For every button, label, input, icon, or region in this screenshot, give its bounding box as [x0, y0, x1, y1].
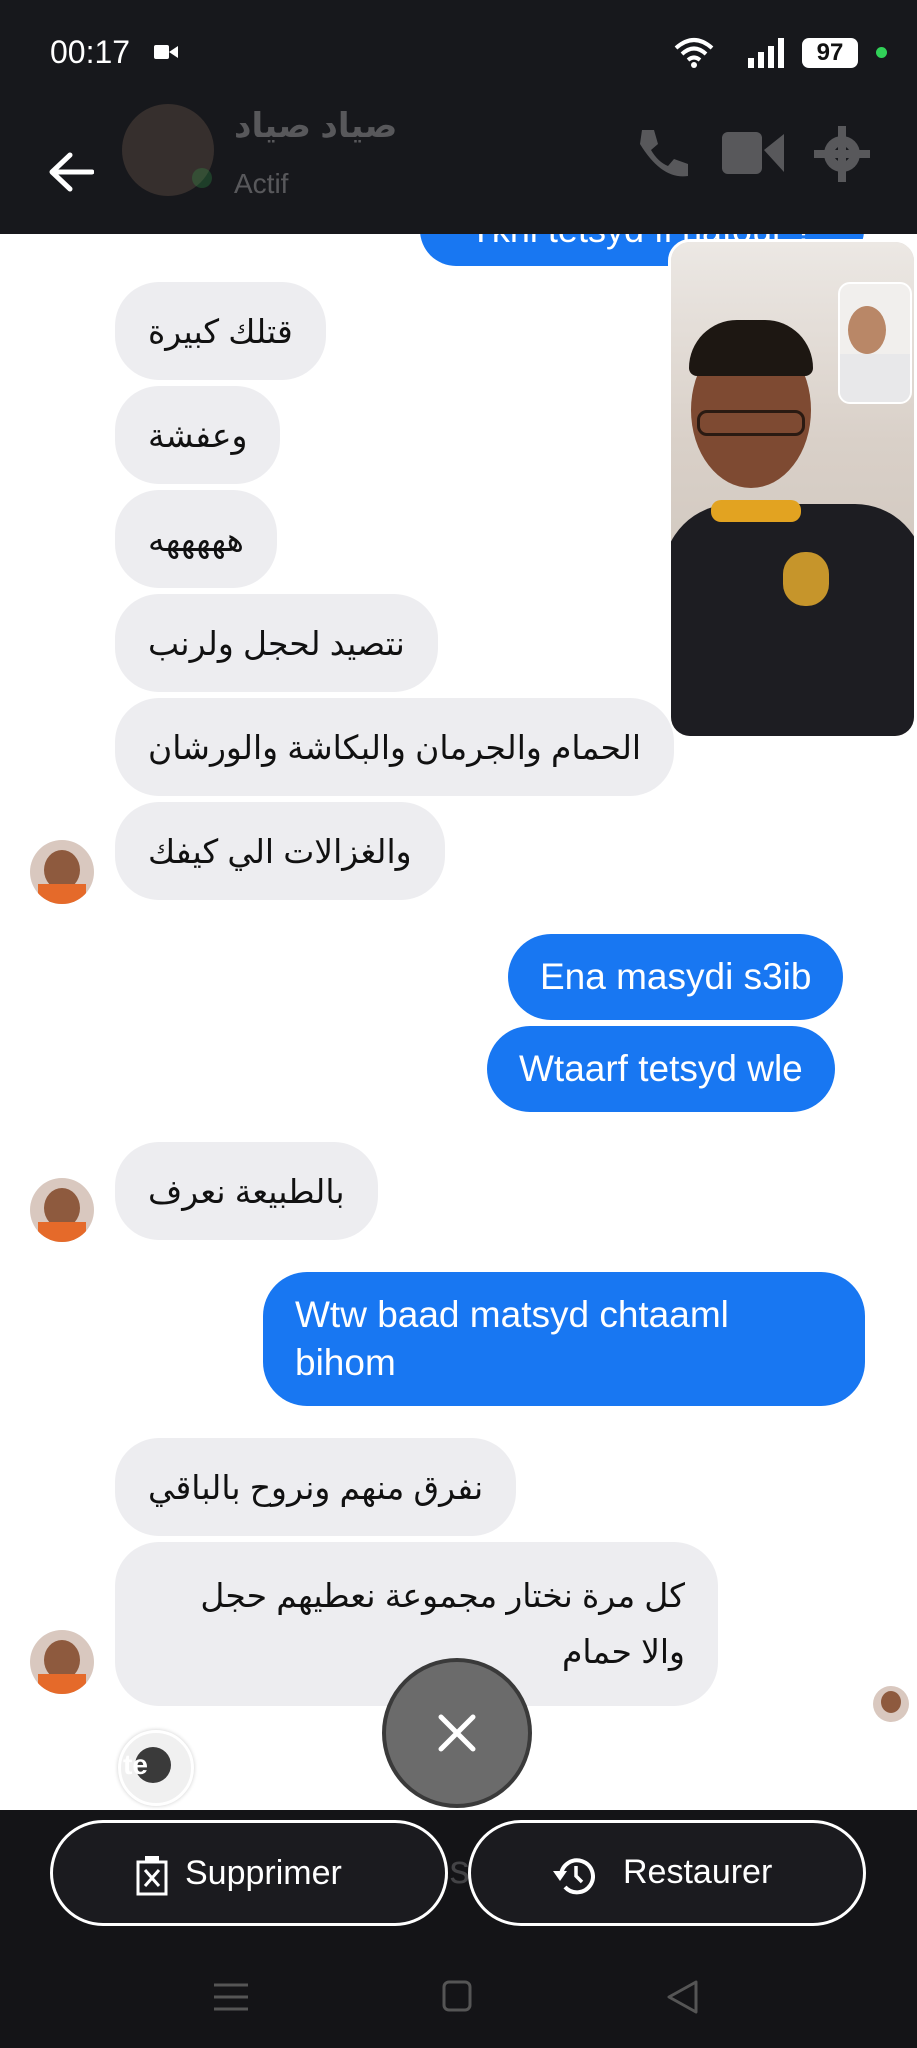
phone-icon[interactable]: [632, 124, 692, 184]
status-dot: [876, 47, 887, 58]
avatar-shirt: [38, 1222, 86, 1242]
message-incoming: بالطبيعة نعرف: [115, 1142, 378, 1240]
message-incoming: قتلك كبيرة: [115, 282, 326, 380]
message-text: والغزالات الي كيفك: [148, 832, 412, 870]
clock: 00:17: [50, 34, 131, 70]
self-body: [840, 354, 910, 402]
delete-button[interactable]: Supprimer: [50, 1820, 448, 1926]
jersey-collar: [711, 500, 801, 522]
message-text: الحمام والجرمان والبكاشة والورشان: [148, 728, 642, 766]
message-text: هههههه: [148, 520, 244, 558]
sender-avatar[interactable]: [30, 840, 94, 904]
home-icon[interactable]: [442, 1980, 472, 2012]
message-outgoing: Ena masydi s3ib: [508, 934, 844, 1020]
menu-icon[interactable]: [214, 1982, 248, 2012]
message-text: Wtaarf tetsyd wle: [519, 1048, 803, 1089]
status-bar: 00:17 97: [0, 0, 917, 104]
restore-button[interactable]: Restaurer: [468, 1820, 866, 1926]
video-record-icon: [154, 45, 178, 59]
signal-icon: [748, 38, 784, 68]
message-text: نتصيد لحجل ولرنب: [148, 624, 405, 662]
video-call-preview[interactable]: [668, 239, 917, 739]
message-incoming: الحمام والجرمان والبكاشة والورشان: [115, 698, 675, 796]
message-incoming: نتصيد لحجل ولرنب: [115, 594, 438, 692]
close-icon: [438, 1714, 476, 1752]
delete-label: Supprimer: [185, 1853, 342, 1892]
message-incoming: والغزالات الي كيفك: [115, 802, 445, 900]
close-button[interactable]: [382, 1658, 532, 1808]
message-text: وعفشة: [148, 416, 248, 454]
contact-name: صياد صياد: [234, 107, 398, 145]
message-text: قتلك كبيرة: [148, 312, 293, 350]
seen-avatar: [873, 1686, 909, 1722]
avatar-shirt: [38, 884, 86, 904]
message-text: نفرق منهم ونروح بالباقي: [148, 1468, 484, 1506]
message-text: Ena masydi s3ib: [540, 956, 812, 997]
action-bar: Message Supprimer Restaurer: [0, 1810, 917, 1936]
message-incoming: هههههه: [115, 490, 277, 588]
conversation-header: صياد صياد Actif: [0, 104, 917, 234]
presence-status: Actif: [234, 168, 289, 199]
online-indicator: [192, 168, 212, 188]
glasses: [697, 410, 805, 436]
message-outgoing: Wtw baad matsyd chtaaml bihom: [263, 1272, 865, 1406]
avatar-shirt: [38, 1674, 86, 1694]
message-incoming: وعفشة: [115, 386, 281, 484]
delete-icon: [136, 1856, 168, 1896]
video-call-icon[interactable]: [722, 128, 784, 178]
wifi-icon: [674, 38, 714, 68]
back-arrow-icon[interactable]: [46, 150, 94, 194]
message-list[interactable]: Tkhi tetsyd fi nafour ? قتلك كبيرة وعفشة…: [0, 234, 917, 1810]
avatar-face: [881, 1691, 901, 1713]
message-outgoing: Wtaarf tetsyd wle: [487, 1026, 835, 1112]
person-body: [671, 504, 914, 736]
message-text: بالطبيعة نعرف: [148, 1172, 345, 1210]
sender-avatar[interactable]: [30, 1178, 94, 1242]
sender-avatar[interactable]: [30, 1630, 94, 1694]
message-text: Wtw baad matsyd chtaaml bihom: [295, 1294, 729, 1383]
back-icon[interactable]: [666, 1980, 698, 2014]
typing-text: te: [123, 1749, 148, 1780]
restore-label: Restaurer: [623, 1853, 773, 1891]
message-incoming: نفرق منهم ونروح بالباقي: [115, 1438, 517, 1536]
jersey-crest: [783, 552, 829, 606]
self-view-thumbnail[interactable]: [838, 282, 912, 404]
self-face: [848, 306, 886, 354]
battery-level: 97: [816, 39, 844, 66]
gear-icon[interactable]: [812, 124, 872, 184]
restore-history-icon: [553, 1858, 595, 1895]
battery-icon: 97: [802, 38, 858, 68]
system-navigation-bar: [0, 1936, 917, 2048]
typing-indicator: te: [118, 1730, 194, 1806]
